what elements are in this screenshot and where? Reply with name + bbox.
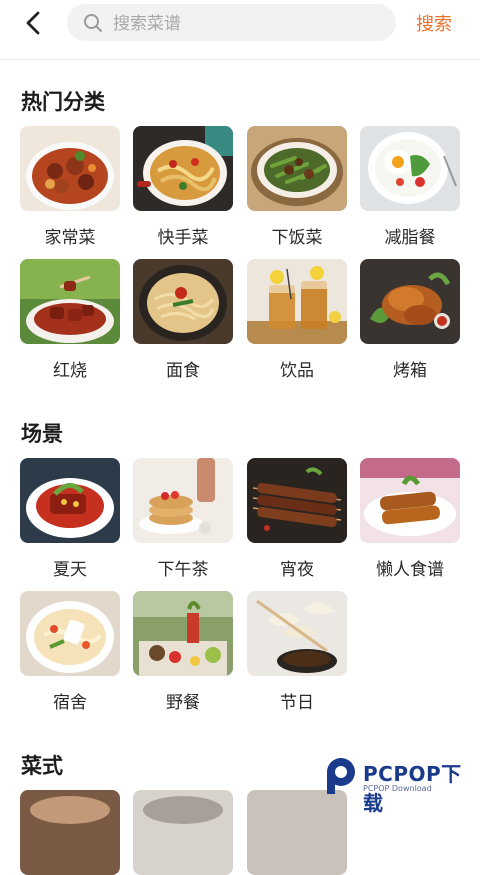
egg-salad-image	[360, 126, 460, 211]
category-style-2[interactable]	[133, 790, 233, 875]
category-drinks[interactable]: 饮品	[247, 259, 347, 381]
green-beans-beef-image	[247, 126, 347, 211]
category-fat-loss[interactable]: 减脂餐	[360, 126, 460, 248]
dish-image	[20, 790, 120, 875]
iced-tea-image	[247, 259, 347, 344]
search-button[interactable]: 搜索	[416, 10, 452, 36]
watermark-subtext: PCPOP Download	[363, 784, 432, 793]
category-late-night[interactable]: 宵夜	[247, 458, 347, 580]
stir-fry-image	[133, 126, 233, 211]
chevron-left-icon	[26, 11, 40, 35]
category-lazy-recipes[interactable]: 懒人食谱	[360, 458, 460, 580]
header-divider	[0, 59, 480, 60]
search-icon	[84, 14, 102, 32]
braised-meat-image	[20, 259, 120, 344]
category-dorm[interactable]: 宿舍	[20, 591, 120, 713]
back-button[interactable]	[18, 8, 48, 38]
section-title-style: 菜式	[21, 754, 63, 778]
category-festival[interactable]: 节日	[247, 591, 347, 713]
category-noodles[interactable]: 面食	[133, 259, 233, 381]
dumplings-image	[247, 591, 347, 676]
skewers-image	[247, 458, 347, 543]
watermark: PCPOP下载 PCPOP Download	[325, 754, 475, 815]
braised-pork-stew-image	[20, 126, 120, 211]
category-style-1[interactable]	[20, 790, 120, 875]
lazy-recipe-image	[360, 458, 460, 543]
category-label: 减脂餐	[384, 228, 436, 248]
pcpop-logo-icon	[327, 758, 355, 794]
pancakes-image	[133, 458, 233, 543]
category-summer[interactable]: 夏天	[20, 458, 120, 580]
category-quick-dish[interactable]: 快手菜	[133, 126, 233, 248]
category-rice-dish[interactable]: 下饭菜	[247, 126, 347, 248]
search-input[interactable]	[111, 10, 385, 38]
search-box[interactable]	[67, 4, 396, 41]
section-title-scene: 场景	[21, 422, 63, 446]
category-oven[interactable]: 烤箱	[360, 259, 460, 381]
category-afternoon-tea[interactable]: 下午茶	[133, 458, 233, 580]
dish-image	[133, 790, 233, 875]
category-label: 节日	[280, 693, 314, 713]
picnic-image	[133, 591, 233, 676]
category-label: 懒人食谱	[376, 560, 444, 580]
top-bar: 搜索	[0, 0, 480, 52]
dorm-noodle-image	[20, 591, 120, 676]
noodles-image	[133, 259, 233, 344]
section-title-hot: 热门分类	[21, 90, 105, 114]
category-label: 烤箱	[393, 361, 427, 381]
summer-dish-image	[20, 458, 120, 543]
category-braised[interactable]: 红烧	[20, 259, 120, 381]
roast-chicken-image	[360, 259, 460, 344]
category-home-cooking[interactable]: 家常菜	[20, 126, 120, 248]
category-picnic[interactable]: 野餐	[133, 591, 233, 713]
